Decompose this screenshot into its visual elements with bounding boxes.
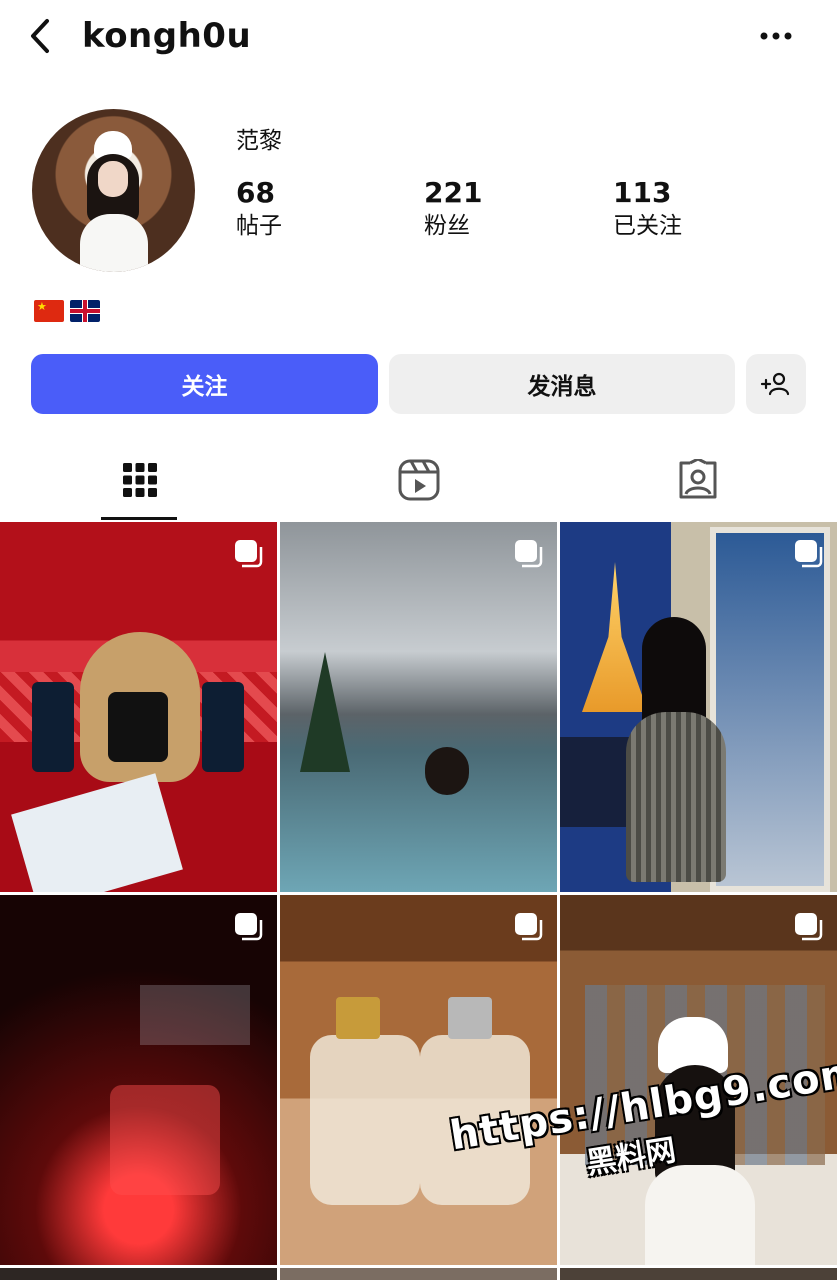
- post-thumbnail[interactable]: [0, 1268, 277, 1280]
- flag-china-icon: [34, 300, 64, 322]
- post-thumbnail[interactable]: [280, 522, 557, 892]
- posts-label: 帖子: [236, 213, 282, 239]
- tagged-person-icon: [679, 459, 716, 499]
- person-head-shape: [425, 747, 469, 795]
- profile-tabs: [0, 440, 837, 522]
- profile-avatar[interactable]: [32, 109, 195, 272]
- bottle-cap-shape: [448, 997, 492, 1039]
- more-dots-icon: [760, 32, 792, 40]
- followers-count-stat[interactable]: 221 粉丝: [424, 176, 482, 242]
- multiple-photos-icon: [235, 540, 263, 568]
- suggest-user-button[interactable]: [746, 354, 806, 414]
- multiple-photos-icon: [235, 913, 263, 941]
- post-thumbnail[interactable]: [280, 1268, 557, 1280]
- posts-count-stat[interactable]: 68 帖子: [236, 176, 282, 242]
- window-shape: [710, 527, 830, 892]
- cup-shape: [202, 682, 244, 772]
- tuxedo-shape: [108, 692, 168, 762]
- grid-icon: [122, 463, 157, 497]
- reels-icon: [398, 459, 439, 501]
- posts-count: 68: [236, 176, 275, 209]
- top-bar: kongh0u: [0, 0, 837, 74]
- champagne-bucket-shape: [110, 1085, 220, 1195]
- post-thumbnail[interactable]: [560, 522, 837, 892]
- following-count: 113: [613, 176, 672, 209]
- bio-flags: [34, 300, 100, 322]
- follow-button[interactable]: 关注: [31, 354, 378, 414]
- dress-shape: [645, 1165, 755, 1265]
- more-options-button[interactable]: [750, 18, 802, 54]
- eiffel-tower-shape: [582, 562, 648, 712]
- back-button[interactable]: [20, 14, 60, 58]
- flag-uk-icon: [70, 300, 100, 322]
- multiple-photos-icon: [795, 913, 823, 941]
- tab-tagged[interactable]: [558, 440, 837, 520]
- post-thumbnail[interactable]: [0, 895, 277, 1265]
- avatar-face-shape: [98, 161, 128, 197]
- followers-label: 粉丝: [424, 213, 470, 239]
- add-person-icon: [760, 372, 790, 396]
- tab-reels[interactable]: [279, 440, 558, 520]
- following-label: 已关注: [613, 213, 682, 239]
- tab-posts[interactable]: [0, 440, 279, 520]
- chevron-left-icon: [31, 19, 49, 53]
- cup-shape: [32, 682, 74, 772]
- following-count-stat[interactable]: 113 已关注: [613, 176, 682, 242]
- stage-sign: [140, 985, 250, 1045]
- post-thumbnail[interactable]: [280, 895, 557, 1265]
- profile-username: kongh0u: [82, 16, 252, 56]
- followers-count: 221: [424, 176, 483, 209]
- post-thumbnail[interactable]: [560, 1268, 837, 1280]
- avatar-dress-shape: [80, 214, 148, 272]
- profile-display-name: 范黎: [236, 128, 282, 154]
- perfume-bottle-shape: [310, 1035, 420, 1205]
- dress-shape: [626, 712, 726, 882]
- post-thumbnail[interactable]: [0, 522, 277, 892]
- tree-shape: [300, 652, 350, 772]
- bottle-cap-shape: [336, 997, 380, 1039]
- active-tab-indicator: [101, 517, 177, 520]
- multiple-photos-icon: [515, 913, 543, 941]
- message-button[interactable]: 发消息: [389, 354, 735, 414]
- multiple-photos-icon: [515, 540, 543, 568]
- multiple-photos-icon: [795, 540, 823, 568]
- program-booklet: [11, 773, 183, 892]
- posts-grid: [0, 522, 837, 1280]
